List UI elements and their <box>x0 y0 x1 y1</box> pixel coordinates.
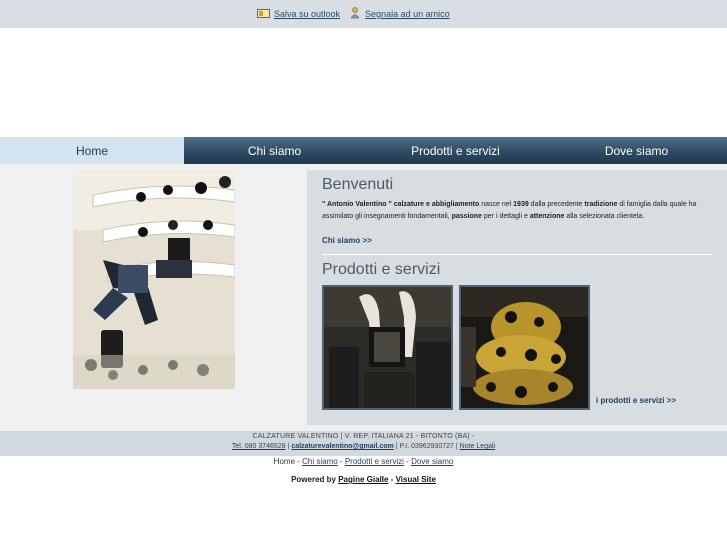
top-bar: Salva su outlook Segnala ad un amico <box>0 0 727 28</box>
text-part: per i dettagli e <box>481 213 530 220</box>
text-part: nasce nel <box>479 201 514 208</box>
footer-contacts: Tel. 080 3746528 | calzaturevalentino@gm… <box>231 443 496 450</box>
brand-text: " Antonio Valentino " calzature e abbigl… <box>322 201 480 208</box>
company-address: CALZATURE VALENTINO | V. REP. ITALIANA 2… <box>252 433 475 440</box>
footer-nav-home[interactable]: Home <box>274 457 295 466</box>
welcome-title: Benvenuti <box>322 176 394 193</box>
nav-home[interactable]: Home <box>0 137 184 164</box>
footer-nav-prodotti[interactable]: Prodotti e servizi <box>345 457 404 466</box>
footer-nav-dove-siamo[interactable]: Dove siamo <box>411 457 453 466</box>
powered-by: Powered by Pagine Gialle - Visual Site <box>291 475 436 484</box>
shop-interior-photo <box>73 170 235 389</box>
header-banner <box>0 28 727 137</box>
attention-text: attenzione <box>529 213 565 220</box>
main-nav: Home Chi siamo Prodotti e servizi Dove s… <box>0 137 727 164</box>
phone-link[interactable]: Tel. 080 3746528 <box>232 443 286 450</box>
email-link[interactable]: calzaturevalentino@gmail.com <box>291 443 394 450</box>
welcome-text: " Antonio Valentino " calzature e abbigl… <box>322 199 717 223</box>
friend-icon <box>350 7 361 21</box>
tradition-text: tradizione <box>584 201 618 208</box>
outlook-icon <box>257 8 270 20</box>
text-part: alla selezionata clientela. <box>564 213 645 220</box>
footer-nav: Home - Chi siamo - Prodotti e servizi - … <box>273 457 454 466</box>
product-photo-2[interactable] <box>459 285 590 410</box>
nav-prodotti-servizi[interactable]: Prodotti e servizi <box>365 137 546 164</box>
vat-number: P.I. 03962930727 <box>399 443 454 450</box>
nav-dove-siamo[interactable]: Dove siamo <box>546 137 727 164</box>
prodotti-more-link[interactable]: i prodotti e servizi >> <box>596 396 676 405</box>
top-links: Salva su outlook Segnala ad un amico <box>257 7 450 21</box>
text-part: dalla precedente <box>528 201 585 208</box>
recommend-friend-link[interactable]: Segnala ad un amico <box>365 9 450 19</box>
footer-nav-chi-siamo[interactable]: Chi siamo <box>302 457 338 466</box>
pagine-gialle-link[interactable]: Pagine Gialle <box>338 475 388 484</box>
nav-chi-siamo[interactable]: Chi siamo <box>184 137 365 164</box>
powered-label: Powered by <box>291 475 336 484</box>
chi-siamo-more-link[interactable]: Chi siamo >> <box>322 236 372 245</box>
visual-site-link[interactable]: Visual Site <box>396 475 436 484</box>
footer-info: CALZATURE VALENTINO | V. REP. ITALIANA 2… <box>0 431 727 456</box>
section-divider <box>322 254 712 255</box>
products-title: Prodotti e servizi <box>322 261 441 278</box>
passion-text: passione <box>451 213 482 220</box>
legal-notes-link[interactable]: Note Legali <box>460 443 495 450</box>
year-text: 1939 <box>513 201 529 208</box>
save-outlook-link[interactable]: Salva su outlook <box>274 9 340 19</box>
product-photo-1[interactable] <box>322 285 453 410</box>
